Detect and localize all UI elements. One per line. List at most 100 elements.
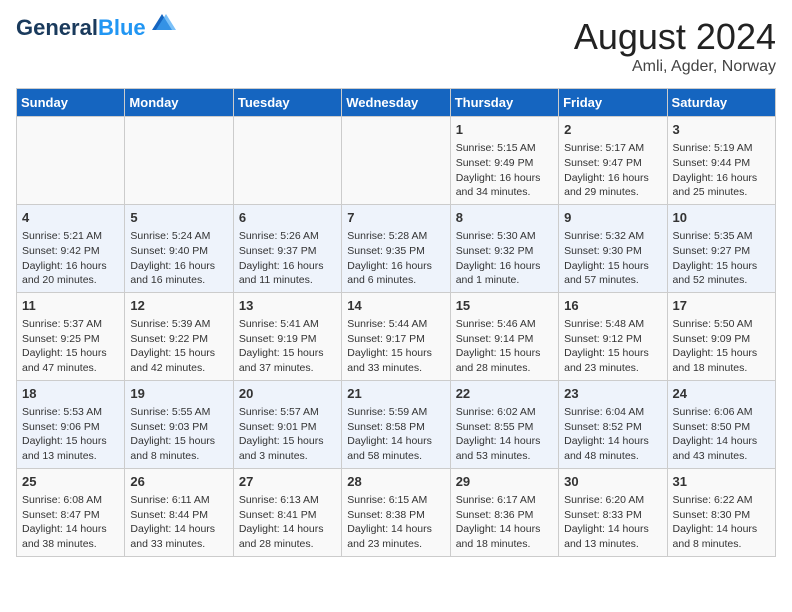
calendar-cell: 23 Sunrise: 6:04 AM Sunset: 8:52 PM Dayli… — [559, 380, 667, 468]
cell-content: Sunrise: 5:21 AM Sunset: 9:42 PM Dayligh… — [22, 229, 119, 288]
calendar-cell: 9 Sunrise: 5:32 AM Sunset: 9:30 PM Daylig… — [559, 204, 667, 292]
cell-content: Sunrise: 5:30 AM Sunset: 9:32 PM Dayligh… — [456, 229, 553, 288]
day-number: 2 — [564, 121, 661, 139]
title-block: August 2024 Amli, Agder, Norway — [574, 16, 776, 76]
cell-content: Sunrise: 6:06 AM Sunset: 8:50 PM Dayligh… — [673, 405, 770, 464]
calendar-cell: 16 Sunrise: 5:48 AM Sunset: 9:12 PM Dayli… — [559, 292, 667, 380]
cell-content: Sunrise: 5:35 AM Sunset: 9:27 PM Dayligh… — [673, 229, 770, 288]
logo: GeneralBlue — [16, 16, 176, 40]
cell-content: Sunrise: 5:48 AM Sunset: 9:12 PM Dayligh… — [564, 317, 661, 376]
day-number: 3 — [673, 121, 770, 139]
calendar-cell: 26Sunrise: 6:11 AM Sunset: 8:44 PM Dayli… — [125, 468, 233, 556]
day-number: 13 — [239, 297, 336, 315]
cell-content: Sunrise: 6:17 AM Sunset: 8:36 PM Dayligh… — [456, 493, 553, 552]
cell-content: Sunrise: 5:59 AM Sunset: 8:58 PM Dayligh… — [347, 405, 444, 464]
column-header-saturday: Saturday — [667, 89, 775, 117]
cell-content: Sunrise: 5:39 AM Sunset: 9:22 PM Dayligh… — [130, 317, 227, 376]
calendar-cell — [17, 117, 125, 205]
cell-content: Sunrise: 6:22 AM Sunset: 8:30 PM Dayligh… — [673, 493, 770, 552]
calendar-cell: 8Sunrise: 5:30 AM Sunset: 9:32 PM Daylig… — [450, 204, 558, 292]
column-header-wednesday: Wednesday — [342, 89, 450, 117]
cell-content: Sunrise: 6:04 AM Sunset: 8:52 PM Dayligh… — [564, 405, 661, 464]
day-number: 12 — [130, 297, 227, 315]
calendar-cell: 10 Sunrise: 5:35 AM Sunset: 9:27 PM Dayli… — [667, 204, 775, 292]
day-number: 27 — [239, 473, 336, 491]
calendar-title: August 2024 — [574, 16, 776, 58]
cell-content: Sunrise: 6:13 AM Sunset: 8:41 PM Dayligh… — [239, 493, 336, 552]
calendar-cell: 22Sunrise: 6:02 AM Sunset: 8:55 PM Dayli… — [450, 380, 558, 468]
day-number: 17 — [673, 297, 770, 315]
cell-content: Sunrise: 5:19 AM Sunset: 9:44 PM Dayligh… — [673, 141, 770, 200]
day-number: 11 — [22, 297, 119, 315]
calendar-cell: 21Sunrise: 5:59 AM Sunset: 8:58 PM Dayli… — [342, 380, 450, 468]
calendar-cell: 13 Sunrise: 5:41 AM Sunset: 9:19 PM Dayli… — [233, 292, 341, 380]
column-header-tuesday: Tuesday — [233, 89, 341, 117]
calendar-cell: 2Sunrise: 5:17 AM Sunset: 9:47 PM Daylig… — [559, 117, 667, 205]
calendar-cell: 1 Sunrise: 5:15 AM Sunset: 9:49 PM Daylig… — [450, 117, 558, 205]
calendar-week-row: 25 Sunrise: 6:08 AM Sunset: 8:47 PM Dayli… — [17, 468, 776, 556]
day-number: 28 — [347, 473, 444, 491]
calendar-cell: 25 Sunrise: 6:08 AM Sunset: 8:47 PM Dayli… — [17, 468, 125, 556]
cell-content: Sunrise: 5:46 AM Sunset: 9:14 PM Dayligh… — [456, 317, 553, 376]
calendar-cell: 6Sunrise: 5:26 AM Sunset: 9:37 PM Daylig… — [233, 204, 341, 292]
calendar-cell: 18Sunrise: 5:53 AM Sunset: 9:06 PM Dayli… — [17, 380, 125, 468]
cell-content: Sunrise: 5:24 AM Sunset: 9:40 PM Dayligh… — [130, 229, 227, 288]
cell-content: Sunrise: 5:15 AM Sunset: 9:49 PM Dayligh… — [456, 141, 553, 200]
day-number: 25 — [22, 473, 119, 491]
cell-content: Sunrise: 5:50 AM Sunset: 9:09 PM Dayligh… — [673, 317, 770, 376]
calendar-week-row: 1 Sunrise: 5:15 AM Sunset: 9:49 PM Daylig… — [17, 117, 776, 205]
cell-content: Sunrise: 5:32 AM Sunset: 9:30 PM Dayligh… — [564, 229, 661, 288]
cell-content: Sunrise: 5:57 AM Sunset: 9:01 PM Dayligh… — [239, 405, 336, 464]
calendar-cell: 12 Sunrise: 5:39 AM Sunset: 9:22 PM Dayli… — [125, 292, 233, 380]
calendar-cell: 5 Sunrise: 5:24 AM Sunset: 9:40 PM Daylig… — [125, 204, 233, 292]
calendar-cell: 24 Sunrise: 6:06 AM Sunset: 8:50 PM Dayli… — [667, 380, 775, 468]
day-number: 24 — [673, 385, 770, 403]
calendar-cell: 19 Sunrise: 5:55 AM Sunset: 9:03 PM Dayli… — [125, 380, 233, 468]
cell-content: Sunrise: 5:55 AM Sunset: 9:03 PM Dayligh… — [130, 405, 227, 464]
calendar-cell: 29 Sunrise: 6:17 AM Sunset: 8:36 PM Dayli… — [450, 468, 558, 556]
calendar-cell: 30Sunrise: 6:20 AM Sunset: 8:33 PM Dayli… — [559, 468, 667, 556]
day-number: 19 — [130, 385, 227, 403]
day-number: 26 — [130, 473, 227, 491]
calendar-cell — [233, 117, 341, 205]
calendar-cell — [342, 117, 450, 205]
calendar-subtitle: Amli, Agder, Norway — [574, 58, 776, 76]
cell-content: Sunrise: 5:44 AM Sunset: 9:17 PM Dayligh… — [347, 317, 444, 376]
cell-content: Sunrise: 6:20 AM Sunset: 8:33 PM Dayligh… — [564, 493, 661, 552]
calendar-cell: 7Sunrise: 5:28 AM Sunset: 9:35 PM Daylig… — [342, 204, 450, 292]
calendar-table: SundayMondayTuesdayWednesdayThursdayFrid… — [16, 88, 776, 557]
cell-content: Sunrise: 5:26 AM Sunset: 9:37 PM Dayligh… — [239, 229, 336, 288]
calendar-cell: 28Sunrise: 6:15 AM Sunset: 8:38 PM Dayli… — [342, 468, 450, 556]
day-number: 31 — [673, 473, 770, 491]
day-number: 20 — [239, 385, 336, 403]
cell-content: Sunrise: 5:28 AM Sunset: 9:35 PM Dayligh… — [347, 229, 444, 288]
calendar-week-row: 4Sunrise: 5:21 AM Sunset: 9:42 PM Daylig… — [17, 204, 776, 292]
cell-content: Sunrise: 6:08 AM Sunset: 8:47 PM Dayligh… — [22, 493, 119, 552]
day-number: 23 — [564, 385, 661, 403]
day-number: 5 — [130, 209, 227, 227]
day-number: 29 — [456, 473, 553, 491]
calendar-cell: 14Sunrise: 5:44 AM Sunset: 9:17 PM Dayli… — [342, 292, 450, 380]
page-header: GeneralBlue August 2024 Amli, Agder, Nor… — [16, 16, 776, 76]
calendar-cell: 27 Sunrise: 6:13 AM Sunset: 8:41 PM Dayli… — [233, 468, 341, 556]
day-number: 22 — [456, 385, 553, 403]
column-header-sunday: Sunday — [17, 89, 125, 117]
column-header-thursday: Thursday — [450, 89, 558, 117]
column-header-monday: Monday — [125, 89, 233, 117]
calendar-cell: 11Sunrise: 5:37 AM Sunset: 9:25 PM Dayli… — [17, 292, 125, 380]
day-number: 10 — [673, 209, 770, 227]
calendar-cell: 4Sunrise: 5:21 AM Sunset: 9:42 PM Daylig… — [17, 204, 125, 292]
day-number: 9 — [564, 209, 661, 227]
day-number: 15 — [456, 297, 553, 315]
logo-icon — [148, 10, 176, 38]
day-number: 18 — [22, 385, 119, 403]
calendar-week-row: 11Sunrise: 5:37 AM Sunset: 9:25 PM Dayli… — [17, 292, 776, 380]
cell-content: Sunrise: 5:41 AM Sunset: 9:19 PM Dayligh… — [239, 317, 336, 376]
day-number: 1 — [456, 121, 553, 139]
day-number: 16 — [564, 297, 661, 315]
column-header-friday: Friday — [559, 89, 667, 117]
calendar-header-row: SundayMondayTuesdayWednesdayThursdayFrid… — [17, 89, 776, 117]
logo-text: GeneralBlue — [16, 16, 146, 40]
calendar-cell: 17 Sunrise: 5:50 AM Sunset: 9:09 PM Dayli… — [667, 292, 775, 380]
calendar-cell: 15 Sunrise: 5:46 AM Sunset: 9:14 PM Dayli… — [450, 292, 558, 380]
